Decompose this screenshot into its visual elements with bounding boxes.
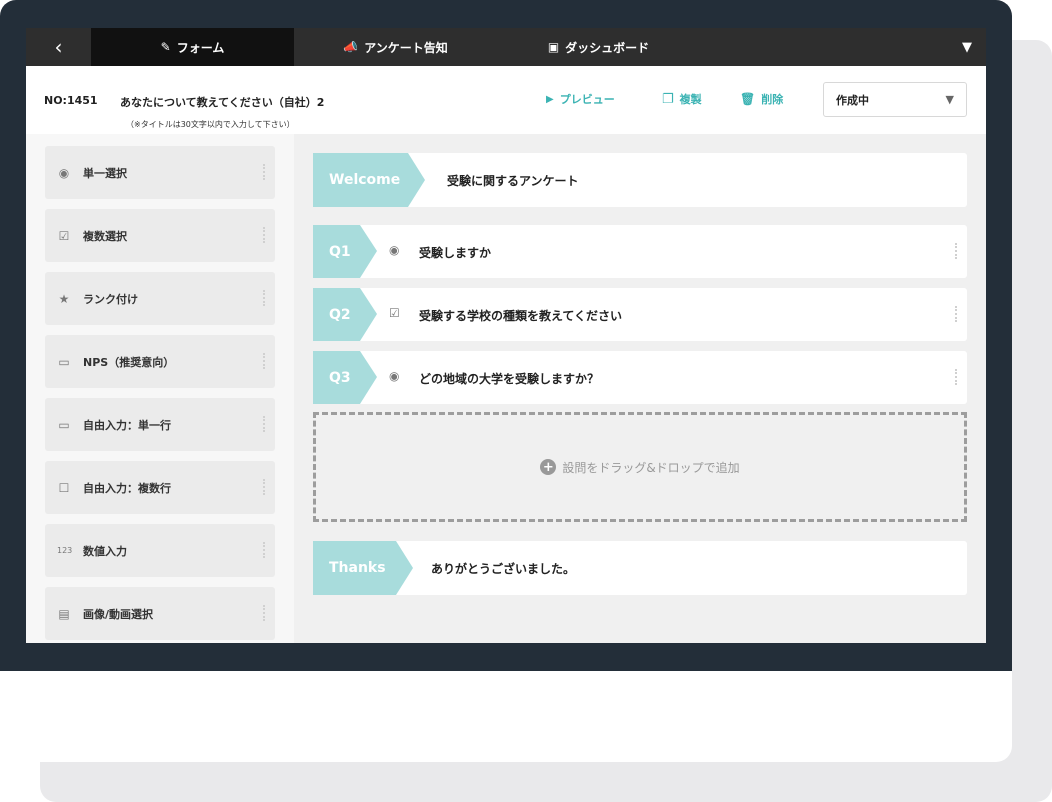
chart-icon: ▣: [547, 40, 560, 54]
thanks-tag-label: Thanks: [329, 560, 386, 576]
megaphone-icon: 📣: [343, 40, 359, 54]
palette-item-label: ランク付け: [83, 292, 138, 306]
survey-title-hint: （※タイトルは30文字以内で入力して下さい）: [126, 120, 295, 129]
tab-form-label: フォーム: [176, 40, 225, 55]
drag-handle-icon[interactable]: [263, 605, 265, 621]
question-card[interactable]: Q2 ☑ 受験する学校の種類を教えてください: [313, 288, 967, 341]
drag-handle-icon[interactable]: [955, 306, 957, 322]
device-bezel: ‹ ✎ フォーム 📣 アンケート告知 ▣ ダッシュボード ▼ NO:1451 あ…: [0, 0, 1012, 671]
palette-item-label: 複数選択: [83, 229, 127, 243]
palette-item-multiple-choice[interactable]: ☑ 複数選択: [45, 209, 275, 262]
survey-header: NO:1451 あなたについて教えてください（自社）2 （※タイトルは30文字以…: [26, 66, 986, 134]
thanks-card[interactable]: Thanks .q-card[data-name="thanks-card"] …: [313, 541, 967, 595]
delete-button[interactable]: 🗑 削除: [740, 91, 783, 107]
palette-item-number[interactable]: 123 数値入力: [45, 524, 275, 577]
chevron-left-icon: ‹: [54, 35, 63, 59]
top-nav: ‹ ✎ フォーム 📣 アンケート告知 ▣ ダッシュボード ▼: [26, 28, 986, 73]
dropzone-label: 設問をドラッグ&ドロップで追加: [562, 460, 740, 475]
palette-item-free-multi-line[interactable]: ☐ 自由入力：複数行: [45, 461, 275, 514]
drag-handle-icon[interactable]: [263, 290, 265, 306]
tab-announcement-label: アンケート告知: [364, 40, 448, 55]
checkbox-icon: ☑: [389, 306, 400, 320]
palette-item-nps[interactable]: ▭ NPS（推奨意向）: [45, 335, 275, 388]
thanks-text: ありがとうございました。: [431, 562, 576, 576]
drag-handle-icon[interactable]: [263, 164, 265, 180]
question-tag: Q2: [313, 288, 377, 341]
single-line-icon: ▭: [58, 417, 70, 432]
copy-icon: ❐: [662, 91, 674, 107]
checkbox-icon: ☑: [58, 228, 70, 243]
question-tag: Q3: [313, 351, 377, 404]
back-button[interactable]: ‹: [26, 28, 91, 66]
question-number: Q2: [329, 306, 351, 323]
welcome-tag-label: Welcome: [329, 172, 401, 188]
nps-icon: ▭: [58, 354, 70, 369]
question-tag: Q1: [313, 225, 377, 278]
welcome-text: 受験に関するアンケート: [447, 174, 579, 188]
tab-dashboard-label: ダッシュボード: [565, 40, 650, 55]
caret-down-icon: ▼: [962, 39, 972, 55]
drag-handle-icon[interactable]: [263, 353, 265, 369]
palette-item-single-choice[interactable]: ◉ 単一選択: [45, 146, 275, 199]
radio-icon: ◉: [389, 369, 400, 383]
drag-handle-icon[interactable]: [955, 369, 957, 385]
welcome-card[interactable]: Welcome .q-card[data-name="welcome-card"…: [313, 153, 967, 207]
drag-handle-icon[interactable]: [955, 243, 957, 259]
image-icon: ▤: [58, 606, 70, 621]
palette-item-free-single-line[interactable]: ▭ 自由入力：単一行: [45, 398, 275, 451]
plus-circle-icon: +: [540, 459, 557, 475]
drag-handle-icon[interactable]: [263, 479, 265, 495]
drag-handle-icon[interactable]: [263, 542, 265, 558]
caret-down-icon: ▼: [945, 93, 954, 106]
palette-item-label: 自由入力：単一行: [83, 418, 171, 432]
question-text: どの地域の大学を受験しますか？: [419, 372, 600, 386]
palette-item-label: 自由入力：複数行: [83, 481, 171, 495]
radio-icon: ◉: [389, 243, 400, 257]
palette-item-label: 画像/動画選択: [83, 607, 154, 621]
question-type-palette: ◉ 単一選択 ☑ 複数選択 ★ ランク付け ▭ NPS（推奨意向） ▭ 自由入力…: [26, 134, 294, 643]
drag-handle-icon[interactable]: [263, 416, 265, 432]
tab-form[interactable]: ✎ フォーム: [91, 28, 294, 73]
question-card[interactable]: Q1 ◉ 受験しますか: [313, 225, 967, 278]
preview-button[interactable]: ▶ プレビュー: [546, 91, 615, 107]
app-screen: ‹ ✎ フォーム 📣 アンケート告知 ▣ ダッシュボード ▼ NO:1451 あ…: [26, 28, 986, 643]
survey-canvas: Welcome .q-card[data-name="welcome-card"…: [294, 134, 986, 643]
nav-menu-dropdown[interactable]: ▼: [962, 28, 972, 66]
palette-item-image-video[interactable]: ▤ 画像/動画選択: [45, 587, 275, 640]
device-frame: ‹ ✎ フォーム 📣 アンケート告知 ▣ ダッシュボード ▼ NO:1451 あ…: [0, 0, 1012, 762]
status-select[interactable]: 作成中 ▼: [823, 82, 967, 117]
multi-line-icon: ☐: [58, 480, 70, 495]
number-icon: 123: [57, 546, 73, 555]
survey-number: NO:1451: [44, 94, 98, 107]
tab-dashboard[interactable]: ▣ ダッシュボード: [497, 28, 700, 66]
add-question-dropzone[interactable]: + 設問をドラッグ&ドロップで追加: [313, 412, 967, 522]
palette-item-label: 数値入力: [83, 544, 127, 558]
palette-item-label: 単一選択: [83, 166, 127, 180]
status-value: 作成中: [836, 93, 869, 107]
palette-item-ranking[interactable]: ★ ランク付け: [45, 272, 275, 325]
pencil-icon: ✎: [160, 40, 171, 54]
question-number: Q3: [329, 369, 351, 386]
preview-label: プレビュー: [559, 93, 615, 106]
radio-icon: ◉: [58, 165, 70, 180]
question-text: 受験しますか: [419, 246, 492, 260]
trash-icon: 🗑: [740, 92, 756, 106]
survey-title[interactable]: あなたについて教えてください（自社）2: [120, 94, 324, 110]
drag-handle-icon[interactable]: [263, 227, 265, 243]
thanks-tag: Thanks: [313, 541, 413, 595]
welcome-tag: Welcome: [313, 153, 425, 207]
tab-announcement[interactable]: 📣 アンケート告知: [294, 28, 497, 66]
delete-label: 削除: [761, 93, 784, 106]
star-icon: ★: [58, 291, 70, 306]
question-number: Q1: [329, 243, 351, 260]
duplicate-button[interactable]: ❐ 複製: [662, 91, 702, 107]
question-text: 受験する学校の種類を教えてください: [419, 309, 623, 323]
duplicate-label: 複製: [679, 93, 702, 106]
play-icon: ▶: [546, 93, 554, 105]
question-card[interactable]: Q3 ◉ どの地域の大学を受験しますか？: [313, 351, 967, 404]
palette-item-label: NPS（推奨意向）: [83, 355, 175, 369]
